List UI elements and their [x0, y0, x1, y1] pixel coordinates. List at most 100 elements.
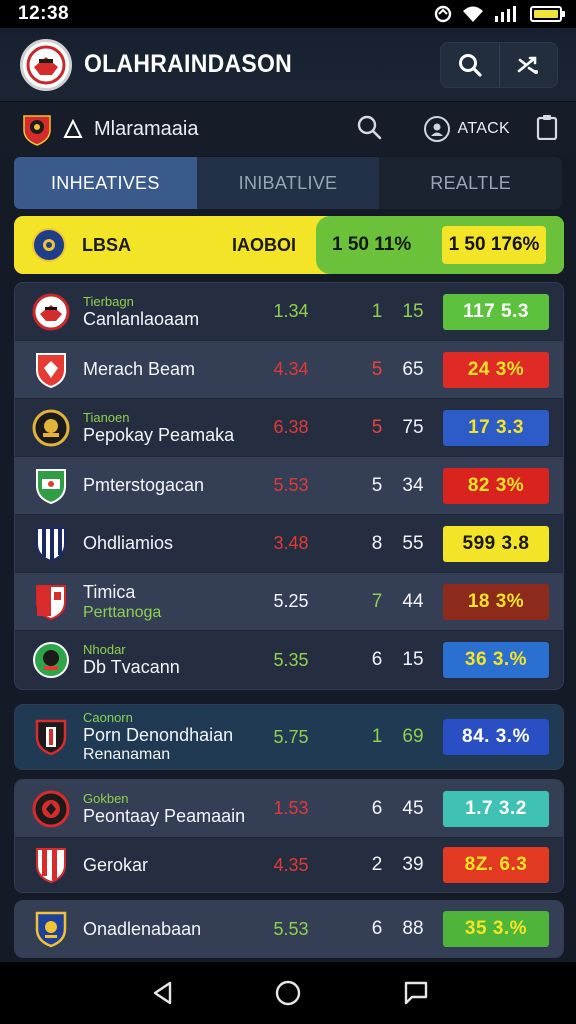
odds-value: 5.53 — [273, 918, 309, 939]
match-row[interactable]: Nhodar Db Tvacann 5.35 6 15 36 3.% — [15, 631, 563, 689]
percentage-badge: 8Z. 6.3 — [443, 847, 549, 883]
match-row[interactable]: Gokben Peontaay Peamaain 1.53 6 45 1.7 3.… — [15, 780, 563, 838]
team-info: Caonorn Porn Denondhaian Renanaman — [83, 710, 273, 764]
stat-second: 55 — [402, 532, 424, 554]
match-row[interactable]: Tianoen Pepokay Peamaka 6.38 5 75 17 3.3 — [15, 399, 563, 457]
match-row[interactable]: Ohdliamios 3.48 8 55 599 3.8 — [15, 515, 563, 573]
stat-second: 44 — [402, 590, 424, 612]
stat-second: 15 — [402, 300, 424, 322]
pen-icon[interactable] — [62, 118, 84, 140]
team-info: Merach Beam — [83, 359, 273, 380]
team-crest-icon — [31, 292, 71, 332]
team-crest-icon — [31, 845, 71, 885]
odds-value: 3.48 — [273, 533, 309, 553]
team-info: Gerokar — [83, 855, 273, 876]
percentage-badge: 18 3% — [443, 584, 549, 620]
stat-first: 1 — [371, 300, 383, 322]
team-info: Timica Perttanoga — [83, 582, 273, 622]
team-info: Onadlenabaan — [83, 919, 273, 940]
stat-first: 5 — [371, 474, 383, 496]
tab-inheatives[interactable]: INHEATIVES — [14, 157, 197, 209]
highlight-box-value: 1 50 176% — [442, 226, 546, 264]
stat-second: 39 — [402, 854, 424, 875]
percentage-badge: 599 3.8 — [443, 526, 549, 562]
match-row[interactable]: Caonorn Porn Denondhaian Renanaman 5.75 1 … — [15, 705, 563, 769]
match-row[interactable]: Timica Perttanoga 5.25 7 44 18 3% — [15, 573, 563, 631]
team-crest-icon — [31, 582, 71, 622]
highlight-team: LBSA IAOBOI — [14, 216, 316, 274]
team-info: Ohdliamios — [83, 533, 273, 554]
team-tag: Tianoen — [83, 409, 130, 425]
team-tag: Gokben — [83, 790, 129, 806]
team-crest-icon — [31, 350, 71, 390]
back-button[interactable] — [143, 973, 183, 1013]
sub-search-button[interactable] — [356, 114, 382, 145]
home-button[interactable] — [268, 973, 308, 1013]
match-row[interactable]: Onadlenabaan 5.53 6 88 35 3.% — [15, 901, 563, 957]
shuffle-button[interactable] — [498, 42, 558, 87]
recents-icon — [405, 981, 428, 1005]
stat-first: 6 — [371, 649, 383, 670]
team-subtitle: Perttanoga — [83, 603, 162, 621]
club-logo-icon — [26, 45, 66, 84]
percentage-badge: 117 5.3 — [443, 294, 549, 330]
stat-second: 88 — [402, 918, 424, 939]
status-icons — [433, 5, 565, 23]
stat-second: 15 — [402, 649, 424, 670]
odds-value: 5.25 — [273, 591, 309, 611]
highlight-row[interactable]: LBSA IAOBOI 1 50 11% 1 50 176% — [14, 216, 564, 274]
account-button[interactable]: ATACK — [423, 116, 510, 142]
tab-inibatlive[interactable]: INIBATLIVE — [196, 157, 380, 209]
user-icon — [430, 123, 443, 136]
odds-value: 6.38 — [273, 417, 309, 437]
wifi-icon — [462, 5, 484, 23]
team-crest-icon — [31, 717, 71, 757]
stat-first: 5 — [371, 416, 383, 438]
match-group: Onadlenabaan 5.53 6 88 35 3.% — [14, 900, 564, 958]
match-row[interactable]: Pmterstogacan 5.53 5 34 82 3% — [15, 457, 563, 515]
stat-first: 8 — [371, 532, 383, 554]
team-info: Tierbagn Canlanlaoaam — [83, 294, 273, 330]
percentage-badge: 1.7 3.2 — [443, 791, 549, 827]
shuffle-icon — [517, 56, 539, 74]
search-icon — [458, 53, 482, 77]
sub-title: Mlaramaaia — [94, 117, 199, 140]
team-info: Tianoen Pepokay Peamaka — [83, 410, 273, 446]
stat-first: 1 — [371, 726, 383, 747]
team-extra: Renanaman — [83, 746, 171, 763]
percentage-badge: 17 3.3 — [443, 410, 549, 446]
stat-first: 2 — [371, 854, 383, 875]
back-icon — [153, 981, 171, 1005]
percentage-badge: 35 3.% — [443, 911, 549, 947]
search-icon — [357, 115, 381, 139]
odds-value: 5.53 — [273, 475, 309, 495]
stat-first: 5 — [371, 358, 383, 380]
team-name: Gerokar — [83, 854, 149, 875]
tab-bar: INHEATIVES INIBATLIVE REALTLE — [14, 157, 562, 209]
highlight-mid-value: 1 50 11% — [332, 234, 412, 255]
clipboard-button[interactable] — [536, 114, 558, 145]
signal-icon — [493, 5, 521, 23]
odds-value: 4.35 — [273, 854, 309, 875]
sub-header: Mlaramaaia ATACK — [0, 102, 576, 156]
team-info: Pmterstogacan — [83, 475, 273, 496]
clipboard-icon — [536, 114, 558, 140]
app-logo[interactable] — [20, 38, 72, 91]
team-crest-icon — [32, 228, 66, 262]
battery-icon — [530, 6, 565, 22]
match-row[interactable]: Gerokar 4.35 2 39 8Z. 6.3 — [15, 838, 563, 892]
percentage-badge: 36 3.% — [443, 642, 549, 678]
match-row[interactable]: Merach Beam 4.34 5 65 24 3% — [15, 341, 563, 399]
status-bar: 12:38 — [0, 0, 576, 28]
tab-realtle[interactable]: REALTLE — [379, 157, 562, 209]
match-row[interactable]: Tierbagn Canlanlaoaam 1.34 1 15 117 5.3 — [15, 283, 563, 341]
team-name: Peontaay Peamaain — [83, 805, 246, 826]
team-info: Gokben Peontaay Peamaain — [83, 791, 273, 827]
team-name: Pmterstogacan — [83, 475, 205, 495]
odds-value: 5.75 — [273, 726, 309, 747]
recents-button[interactable] — [393, 973, 433, 1013]
stat-second: 69 — [402, 726, 424, 747]
percentage-badge: 84. 3.% — [443, 719, 549, 755]
search-button[interactable] — [441, 43, 499, 87]
account-label: ATACK — [457, 120, 510, 137]
